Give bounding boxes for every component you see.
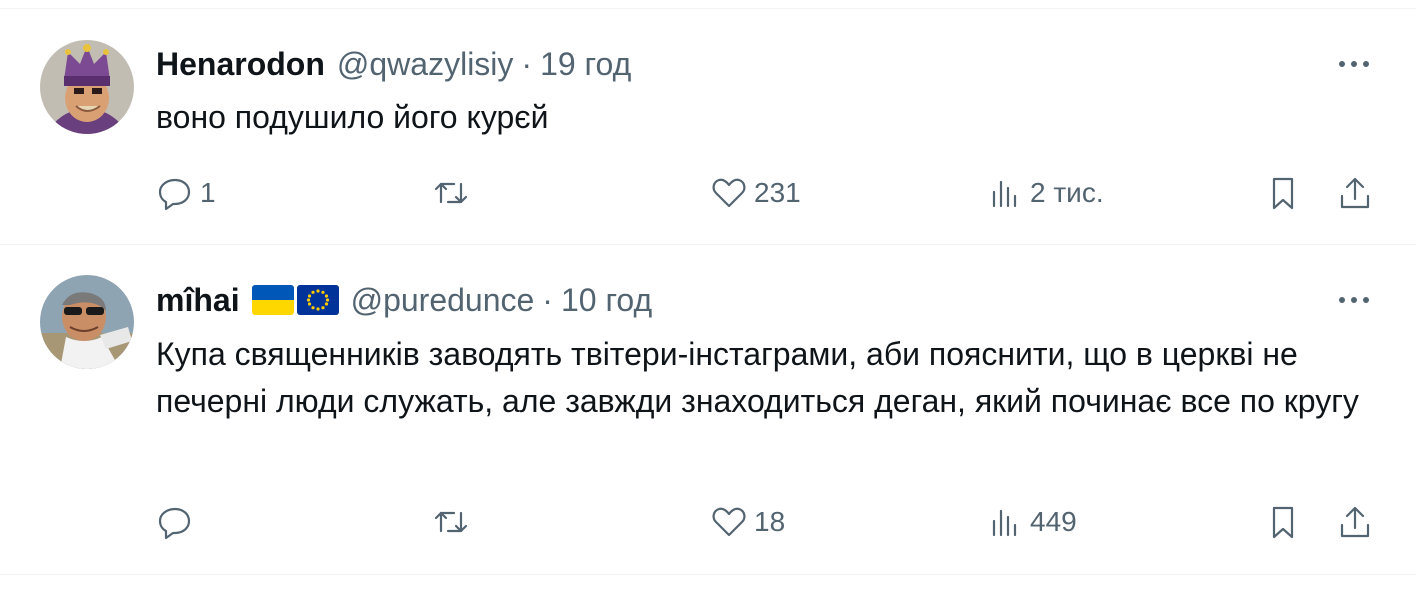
retweet-button[interactable] [432, 174, 476, 212]
sunglasses-man-avatar-icon [40, 275, 134, 369]
share-button[interactable] [1336, 503, 1374, 541]
tweet-header: Henarodon @qwazylisiy · 19 год [156, 45, 631, 83]
tweet-text: Купа священників заводять твітери-інстаг… [156, 336, 1359, 419]
avatar[interactable] [40, 275, 134, 369]
separator: · [521, 46, 533, 82]
views-button[interactable]: 449 [986, 503, 1077, 541]
retweet-icon [434, 182, 468, 204]
bookmark-icon [1272, 506, 1294, 539]
reply-button[interactable] [156, 503, 200, 541]
reply-button[interactable]: 1 [156, 174, 216, 212]
tweet-header: mîhai @puredunce · 10 год [156, 281, 652, 319]
analytics-icon [992, 509, 1017, 537]
tweet-1[interactable]: Henarodon @qwazylisiy · 19 год воно поду… [0, 0, 1416, 245]
author-name[interactable]: mîhai [156, 281, 240, 319]
eu-flag-icon [296, 285, 339, 315]
timestamp[interactable]: 10 год [561, 281, 652, 319]
author-handle[interactable]: @puredunce [351, 281, 535, 319]
timestamp[interactable]: 19 год [540, 45, 631, 83]
reply-icon [158, 507, 191, 540]
avatar[interactable] [40, 40, 134, 134]
view-count: 2 тис. [1030, 177, 1104, 208]
share-button[interactable] [1336, 174, 1374, 212]
more-options-button[interactable] [1336, 52, 1372, 76]
bookmark-button[interactable] [1264, 174, 1302, 212]
share-icon [1340, 506, 1370, 538]
ellipsis-icon [1339, 297, 1369, 303]
reply-count: 1 [200, 177, 216, 208]
ellipsis-icon [1339, 61, 1369, 67]
views-button[interactable]: 2 тис. [986, 174, 1104, 212]
jester-avatar-icon [40, 40, 134, 134]
author-name[interactable]: Henarodon [156, 45, 325, 83]
like-count: 231 [754, 177, 801, 208]
author-handle[interactable]: @qwazylisiy [337, 45, 514, 83]
tweet-feed: Henarodon @qwazylisiy · 19 год воно поду… [0, 0, 1416, 600]
tweet-text: воно подушило його курєй [156, 99, 549, 135]
retweet-icon [434, 511, 468, 533]
like-button[interactable]: 18 [710, 503, 785, 541]
bookmark-icon [1272, 177, 1294, 210]
reply-icon [158, 178, 191, 211]
bookmark-button[interactable] [1264, 503, 1302, 541]
flag-emojis [251, 285, 339, 315]
like-button[interactable]: 231 [710, 174, 801, 212]
divider [0, 574, 1416, 575]
separator: · [542, 282, 553, 318]
tweet-2[interactable]: mîhai @puredunce · 10 год Купа священник… [0, 245, 1416, 575]
view-count: 449 [1030, 506, 1077, 537]
heart-icon [712, 507, 746, 537]
like-count: 18 [754, 506, 786, 537]
share-icon [1340, 177, 1370, 209]
analytics-icon [992, 180, 1017, 208]
retweet-button[interactable] [432, 503, 476, 541]
ukraine-flag-icon [251, 285, 294, 315]
more-options-button[interactable] [1336, 288, 1372, 312]
heart-icon [712, 178, 746, 208]
